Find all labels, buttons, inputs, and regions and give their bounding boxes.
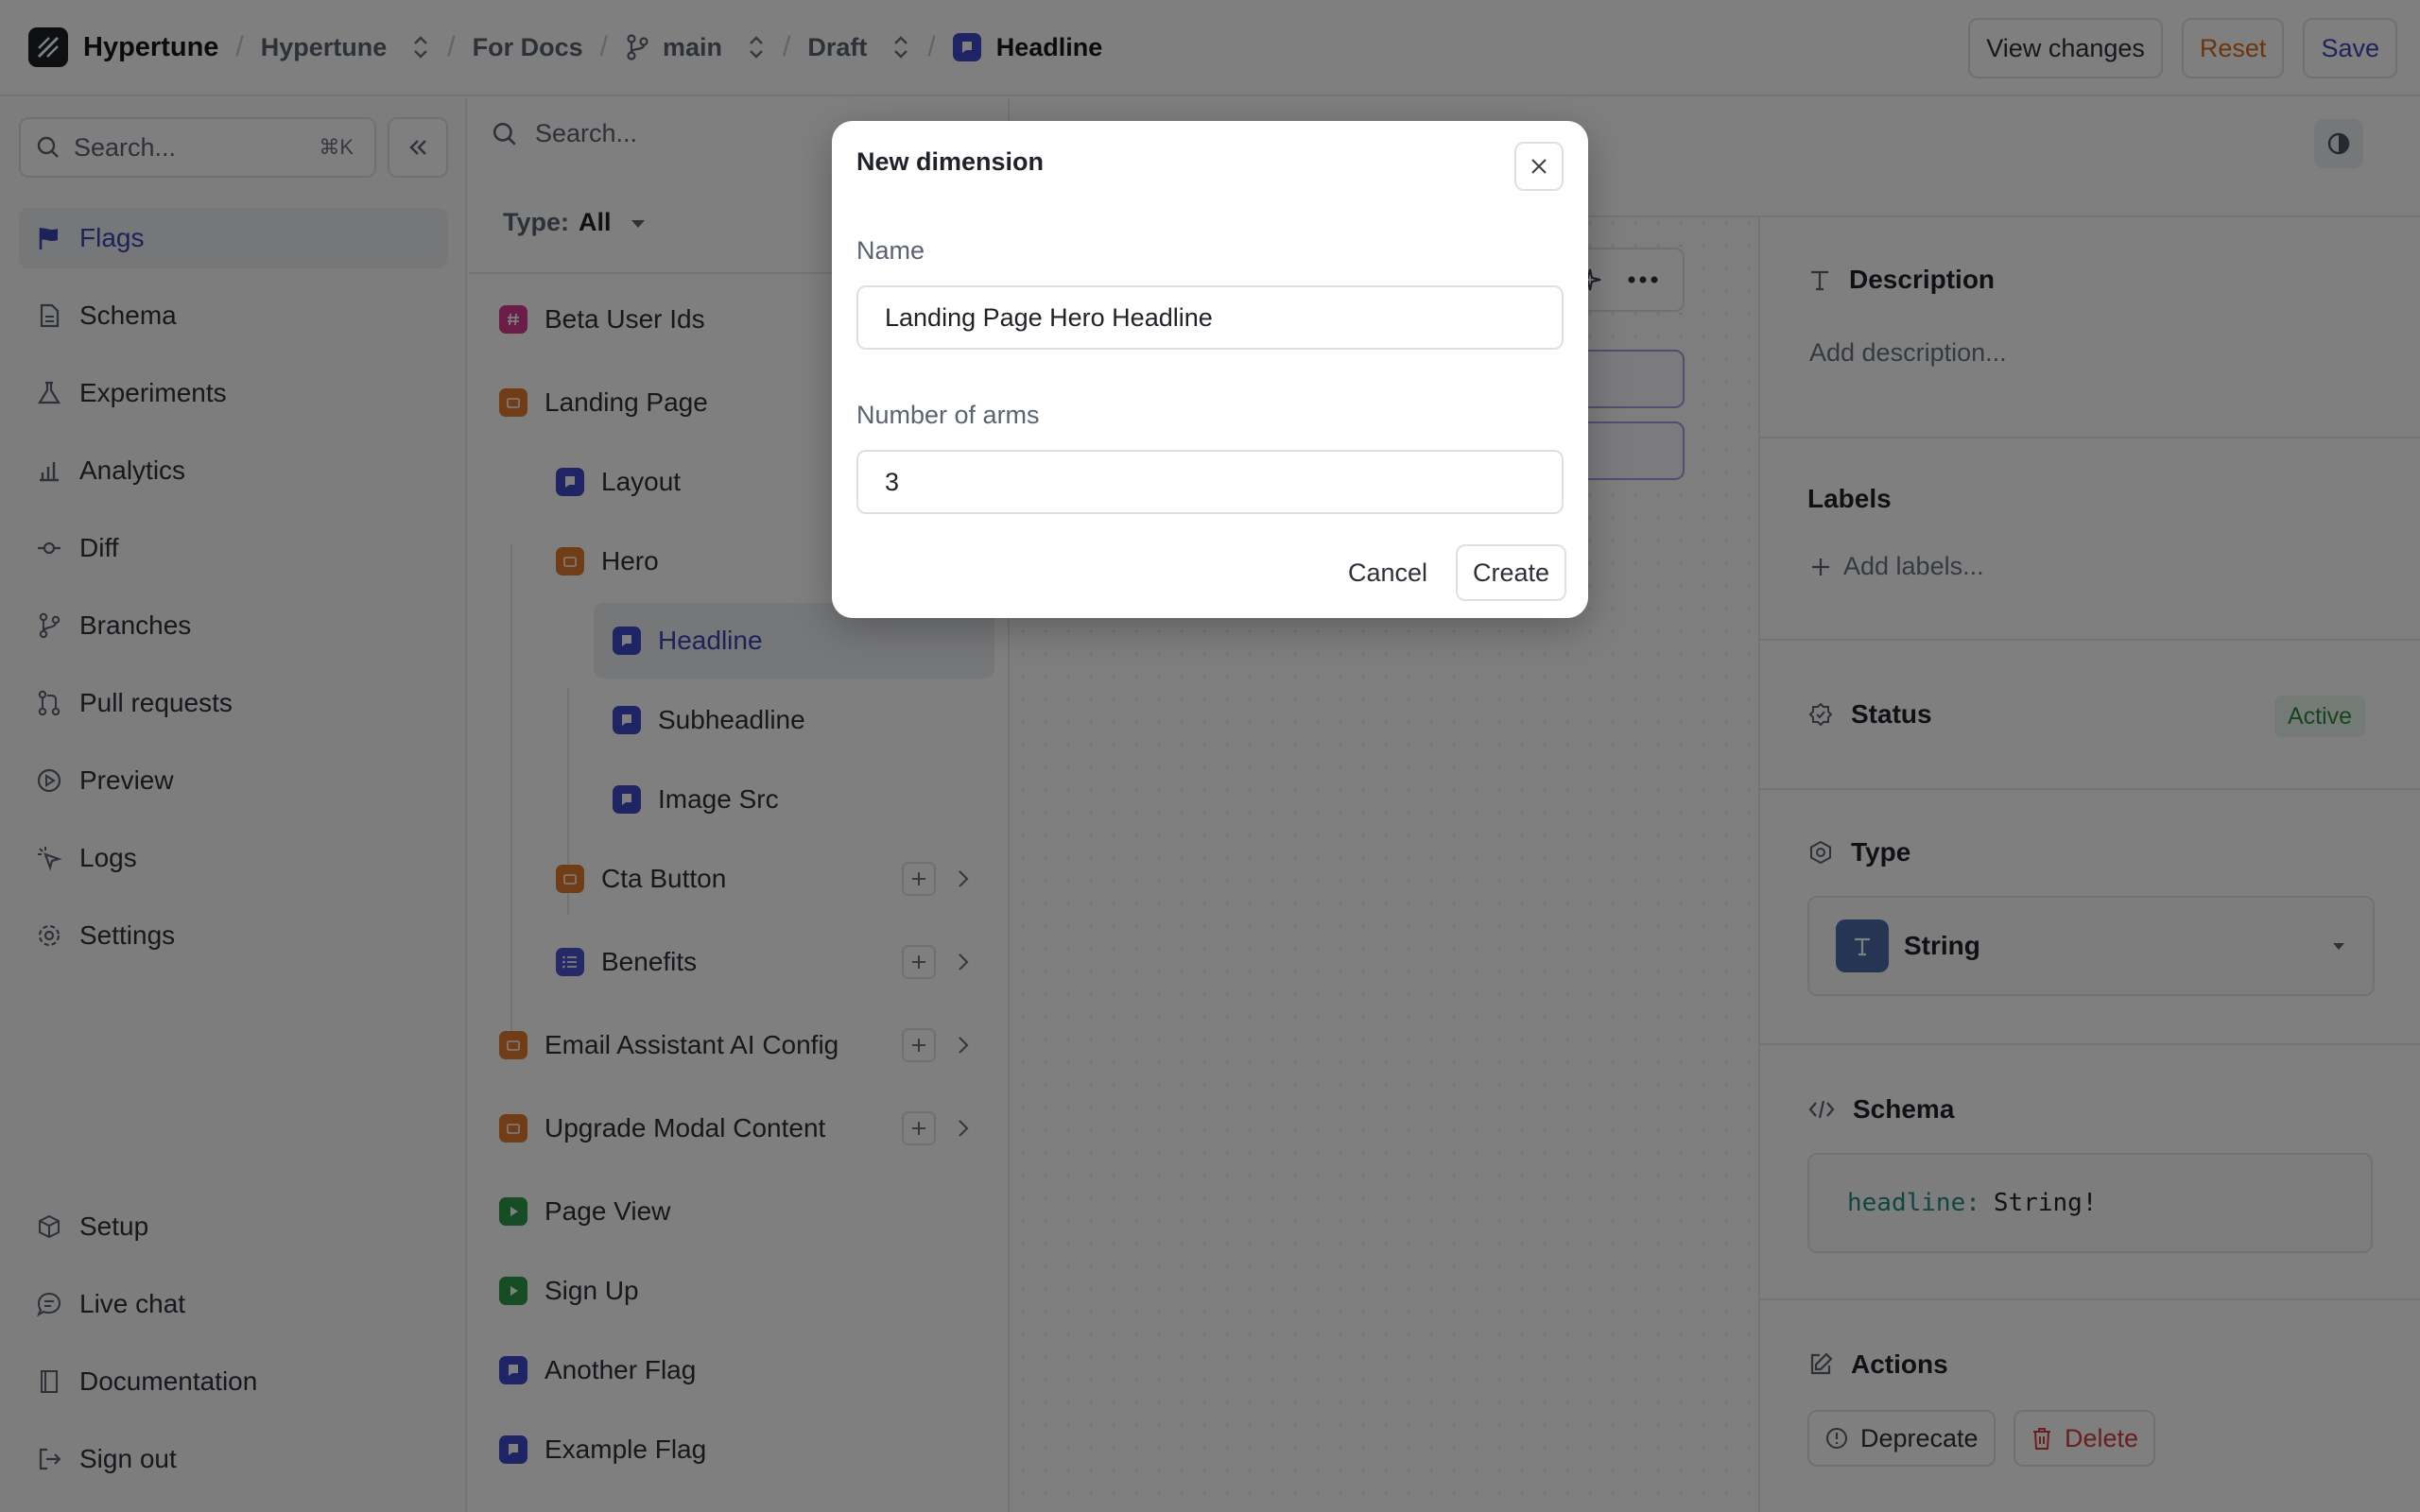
close-icon <box>1531 159 1547 174</box>
number-of-arms-input[interactable] <box>856 450 1564 514</box>
name-input[interactable] <box>856 285 1564 350</box>
cancel-button[interactable]: Cancel <box>1333 544 1443 601</box>
close-button[interactable] <box>1514 142 1564 191</box>
dialog-title: New dimension <box>856 147 1045 176</box>
arms-field-label: Number of arms <box>856 401 1040 429</box>
create-button[interactable]: Create <box>1456 544 1567 601</box>
name-field-label: Name <box>856 236 925 265</box>
new-dimension-dialog: New dimension Name Number of arms Cancel… <box>832 121 1588 618</box>
